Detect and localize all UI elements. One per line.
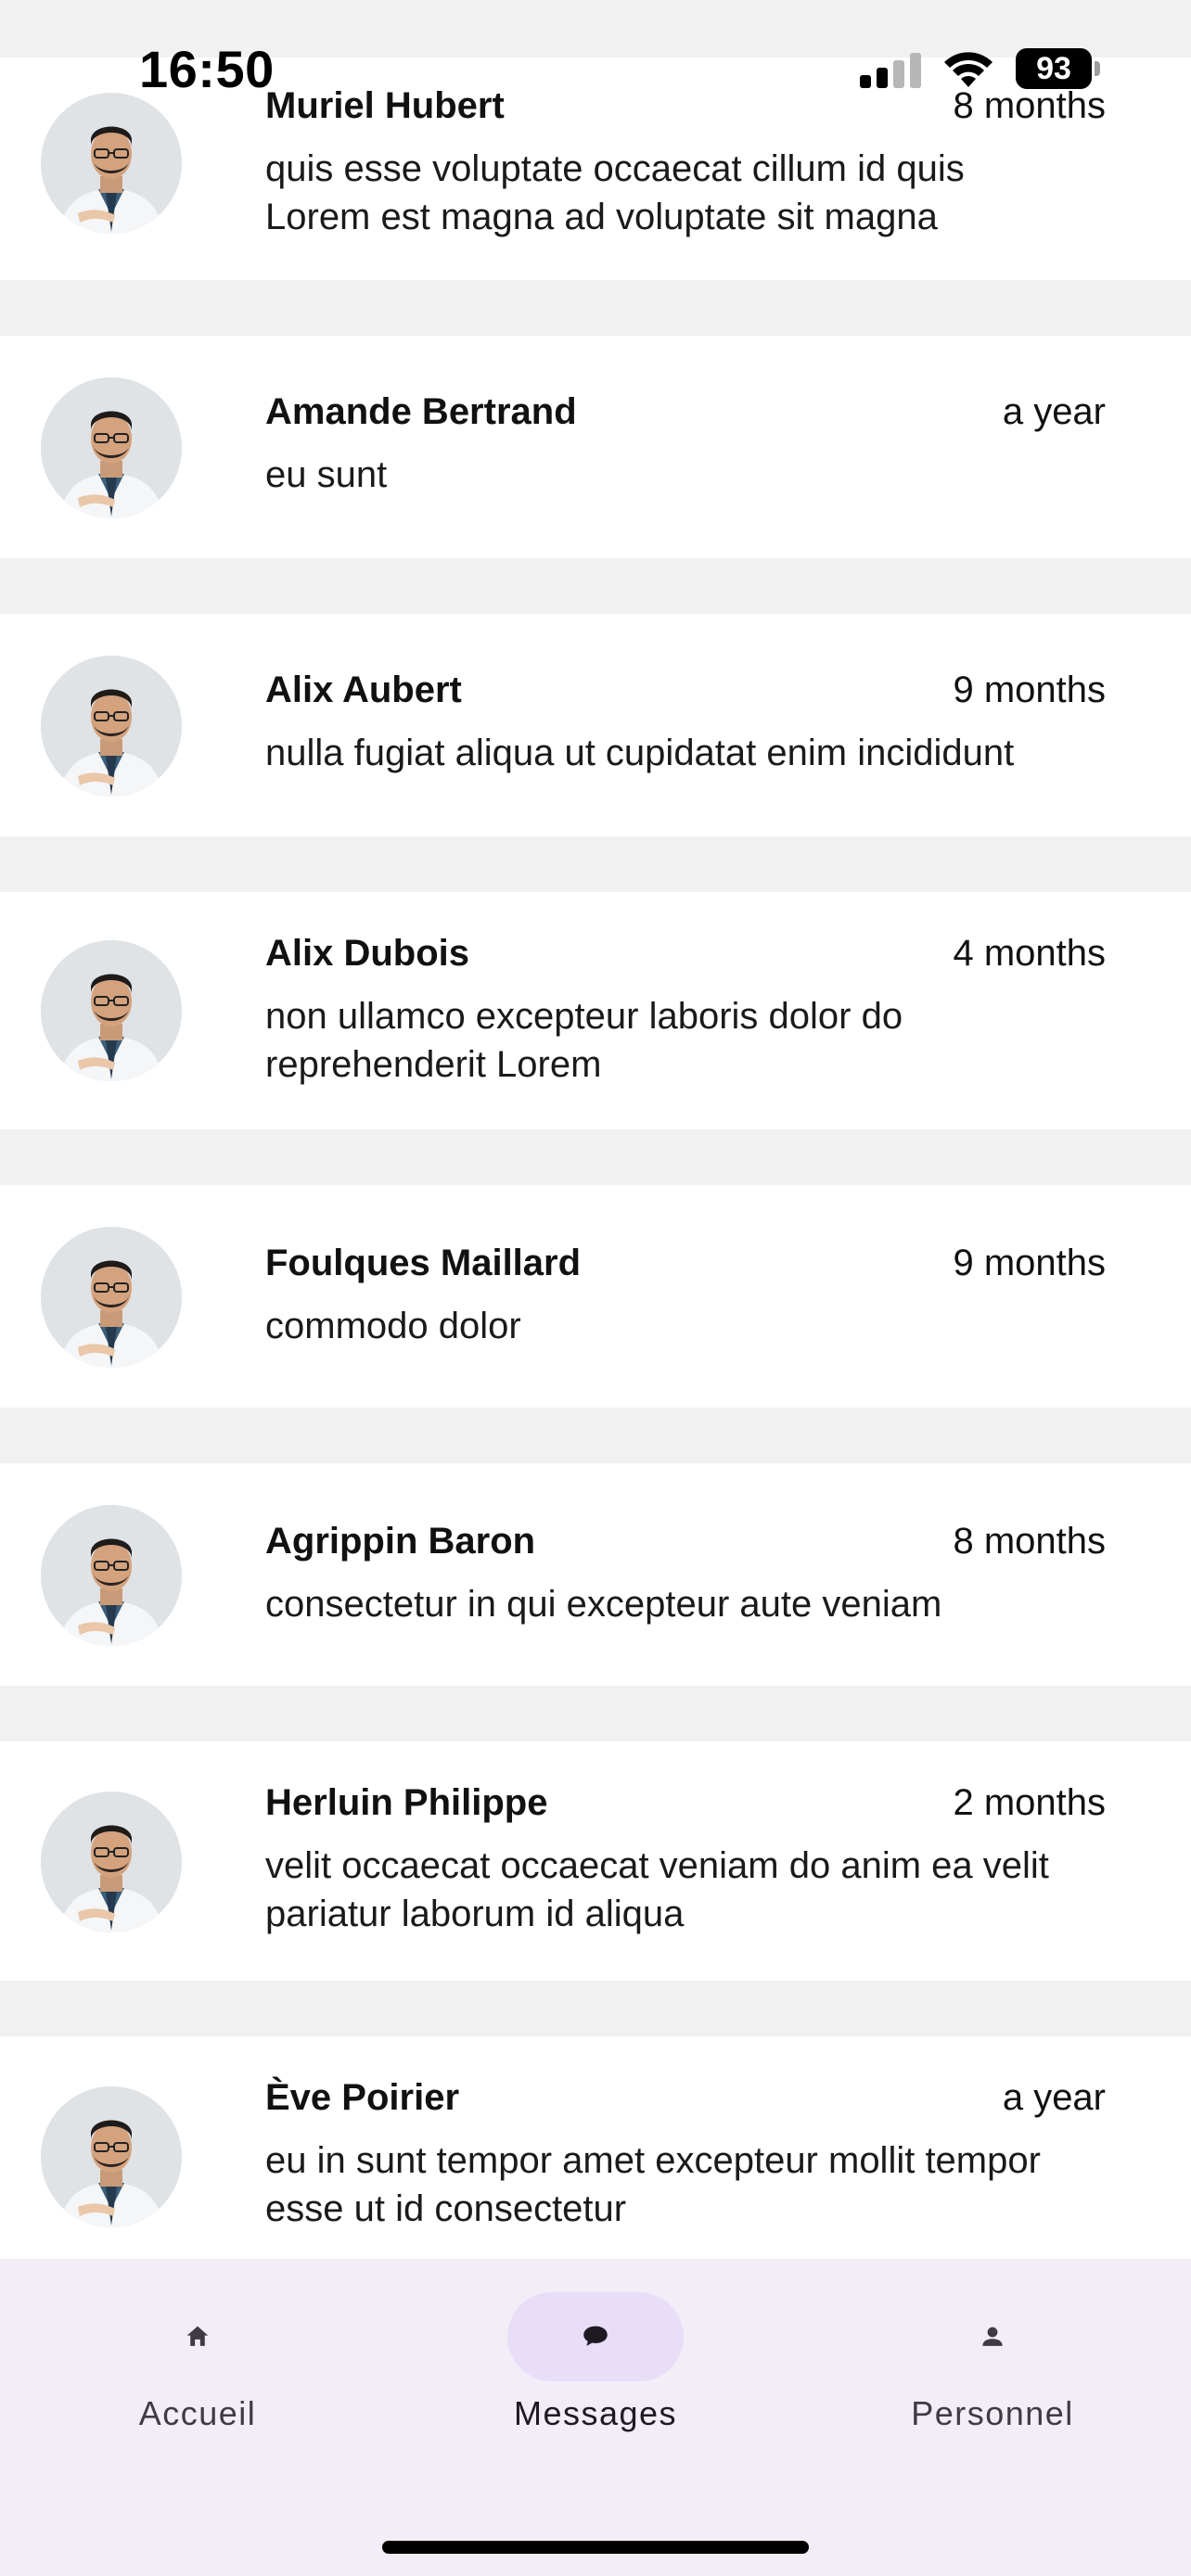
- nav-label: Accueil: [138, 2394, 257, 2432]
- avatar: [41, 1792, 182, 1932]
- contact-name: Alix Aubert: [265, 670, 462, 710]
- status-bar: 16:50 93: [0, 0, 1191, 139]
- conversation-item[interactable]: Alix Dubois 4 months non ullamco excepte…: [0, 892, 1191, 1129]
- conversation-item[interactable]: Amande Bertrand a year eu sunt: [0, 336, 1191, 558]
- contact-name: Alix Dubois: [265, 933, 470, 974]
- nav-label: Messages: [513, 2394, 678, 2432]
- cellular-signal-icon: [860, 49, 921, 88]
- message-time: 9 months: [953, 670, 1106, 710]
- contact-name: Agrippin Baron: [265, 1521, 536, 1562]
- message-preview: eu in sunt tempor amet excepteur mollit …: [265, 2140, 1041, 2229]
- message-time: 8 months: [953, 1521, 1106, 1562]
- home-icon: [186, 2326, 209, 2346]
- nav-label: Personnel: [911, 2394, 1074, 2432]
- avatar: [41, 656, 182, 797]
- status-time: 16:50: [139, 40, 275, 98]
- conversation-item[interactable]: Herluin Philippe 2 months velit occaecat…: [0, 1741, 1191, 1981]
- avatar: [41, 940, 182, 1081]
- nav-pill-active: [507, 2292, 684, 2381]
- conversation-item[interactable]: Foulques Maillard 9 months commodo dolor: [0, 1185, 1191, 1408]
- message-time: a year: [1002, 391, 1106, 432]
- message-preview: eu sunt: [265, 454, 388, 495]
- nav-pill: [109, 2292, 286, 2381]
- nav-pill: [904, 2292, 1081, 2381]
- nav-item-personnel[interactable]: Personnel: [853, 2292, 1132, 2432]
- home-indicator: [382, 2541, 809, 2554]
- status-icons: 93: [860, 46, 1100, 91]
- person-icon: [982, 2327, 1003, 2346]
- message-preview: quis esse voluptate occaecat cillum id q…: [265, 148, 965, 237]
- conversation-item[interactable]: Agrippin Baron 8 months consectetur in q…: [0, 1463, 1191, 1686]
- avatar: [41, 2086, 182, 2227]
- message-preview: non ullamco excepteur laboris dolor do r…: [265, 996, 903, 1085]
- message-preview: velit occaecat occaecat veniam do anim e…: [265, 1845, 1049, 1934]
- battery-icon: 93: [1016, 48, 1100, 89]
- nav-item-messages[interactable]: Messages: [456, 2292, 735, 2432]
- conversation-item[interactable]: Alix Aubert 9 months nulla fugiat aliqua…: [0, 614, 1191, 836]
- message-time: 9 months: [953, 1243, 1106, 1283]
- wifi-icon: [944, 52, 992, 87]
- contact-name: Ève Poirier: [265, 2077, 460, 2118]
- chat-bubble-icon: [583, 2326, 608, 2346]
- avatar: [41, 377, 182, 518]
- avatar: [41, 1227, 182, 1368]
- conversation-item[interactable]: Ève Poirier a year eu in sunt tempor ame…: [0, 2036, 1191, 2259]
- contact-name: Foulques Maillard: [265, 1243, 582, 1283]
- message-preview: commodo dolor: [265, 1306, 521, 1346]
- message-preview: nulla fugiat aliqua ut cupidatat enim in…: [265, 733, 1015, 773]
- message-time: 2 months: [953, 1782, 1106, 1823]
- message-time: 4 months: [953, 933, 1106, 974]
- nav-item-accueil[interactable]: Accueil: [58, 2292, 337, 2432]
- message-time: a year: [1002, 2077, 1106, 2118]
- message-preview: consectetur in qui excepteur aute veniam: [265, 1584, 942, 1625]
- battery-level: 93: [1016, 48, 1092, 89]
- contact-name: Amande Bertrand: [265, 391, 577, 432]
- bottom-navigation: Accueil Messages Personnel: [0, 2259, 1191, 2576]
- contact-name: Herluin Philippe: [265, 1782, 548, 1823]
- avatar: [41, 1505, 182, 1646]
